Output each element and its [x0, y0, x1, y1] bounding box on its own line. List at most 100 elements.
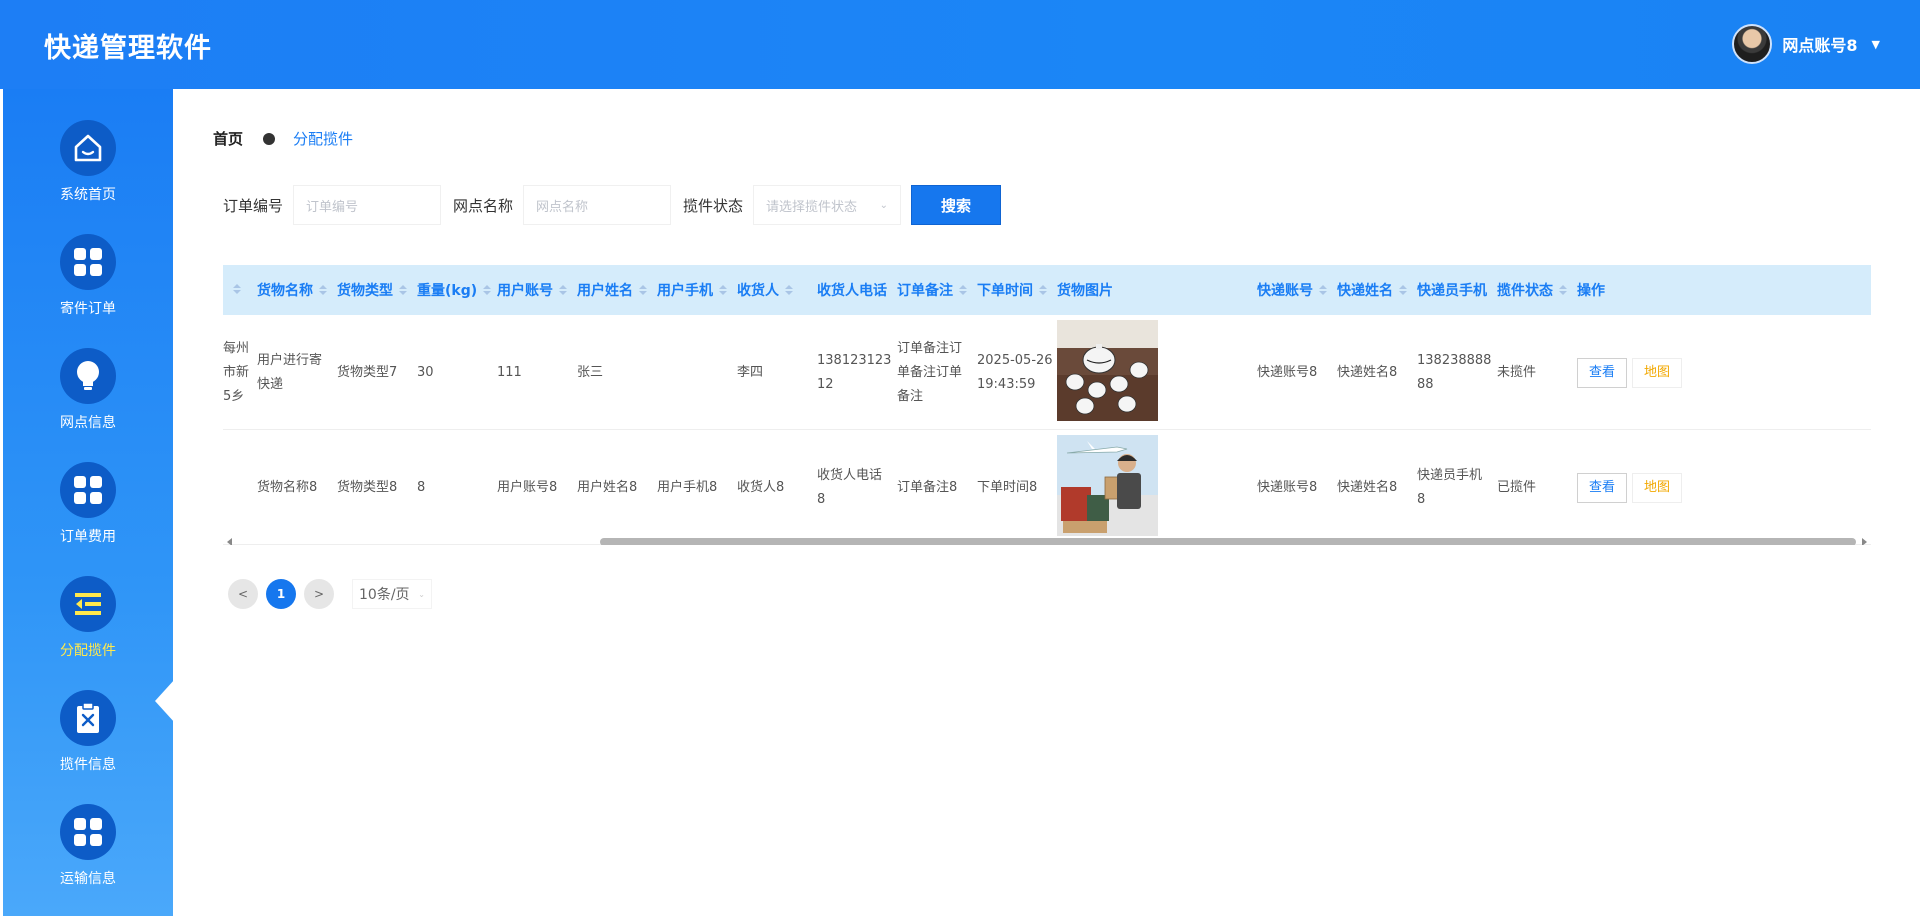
- outlet-name-input[interactable]: 网点名称: [523, 185, 672, 225]
- sort-icon: [483, 285, 492, 295]
- col-actions: 操作: [1577, 283, 1605, 299]
- scroll-left-icon[interactable]: [227, 538, 232, 545]
- col-weight[interactable]: 重量(kg): [417, 265, 492, 315]
- view-button[interactable]: 查看: [1577, 357, 1627, 388]
- cell-receiver-phone: 收货人电话 8: [817, 467, 883, 507]
- pickup-status-placeholder: 请选择揽件状态: [766, 199, 858, 215]
- grid-icon: [60, 804, 116, 860]
- main-content: 首页 分配揽件 订单编号 订单编号 网点名称 网点名称 揽件状态 请选择揽件状态…: [173, 89, 1920, 916]
- chevron-down-icon: ⌄: [879, 199, 889, 211]
- cell-courier-phone: 138238888 88: [1417, 352, 1492, 392]
- view-button[interactable]: 查看: [1577, 472, 1627, 503]
- sidebar-item-pickup-info[interactable]: 揽件信息: [3, 676, 173, 791]
- sidebar-item-home[interactable]: 系统首页: [3, 106, 173, 221]
- sort-icon: [399, 285, 407, 295]
- col-courier-account[interactable]: 快递账号: [1257, 265, 1327, 315]
- col-pickup-status[interactable]: 揽件状态: [1497, 265, 1567, 315]
- map-button[interactable]: 地图: [1632, 357, 1682, 388]
- grid-icon: [60, 462, 116, 518]
- cell-receiver: 收货人8: [737, 479, 785, 495]
- col-order-remark[interactable]: 订单备注: [897, 265, 967, 315]
- col-order-time[interactable]: 下单时间: [977, 265, 1047, 315]
- sort-icon[interactable]: [233, 284, 241, 294]
- col-goods-type[interactable]: 货物类型: [337, 265, 407, 315]
- cell-order-time: 下单时间8: [977, 479, 1038, 495]
- cell-user-name: 用户姓名8: [577, 479, 638, 495]
- clipboard-x-icon: [60, 690, 116, 746]
- col-receiver[interactable]: 收货人: [737, 265, 793, 315]
- col-user-name[interactable]: 用户姓名: [577, 265, 647, 315]
- data-table: 货物名称 货物类型 重量(kg) 用户账号 用户姓名 用户手机 收货人 收货人电…: [223, 265, 1871, 545]
- sidebar-item-label: 揽件信息: [60, 757, 116, 773]
- sort-icon: [319, 285, 327, 295]
- order-no-input[interactable]: 订单编号: [293, 185, 442, 225]
- pagination: < 1 > 10条/页 ⌄: [228, 579, 432, 609]
- pickup-status-label: 揽件状态: [683, 196, 744, 215]
- cell-courier-account: 快递账号8: [1257, 479, 1318, 495]
- cell-actions: 查看 地图: [1577, 315, 1682, 430]
- home-icon: [60, 120, 116, 176]
- scrollbar-thumb[interactable]: [600, 538, 1856, 545]
- sidebar-item-order-fees[interactable]: 订单费用: [3, 448, 173, 563]
- horizontal-scrollbar[interactable]: [223, 537, 1871, 545]
- pickup-status-select[interactable]: 请选择揽件状态 ⌄: [753, 185, 902, 225]
- breadcrumb-home[interactable]: 首页: [213, 128, 243, 149]
- caret-down-icon[interactable]: ▼: [1872, 38, 1880, 51]
- active-indicator: [155, 679, 175, 723]
- col-courier-phone[interactable]: 快递员手机: [1417, 265, 1487, 315]
- col-goods-name[interactable]: 货物名称: [257, 265, 327, 315]
- sort-icon: [559, 285, 567, 295]
- search-button[interactable]: 搜索: [911, 185, 1002, 225]
- sort-icon: [1039, 285, 1047, 295]
- col-courier-name[interactable]: 快递姓名: [1337, 265, 1407, 315]
- col-receiver-phone[interactable]: 收货人电话: [817, 265, 887, 315]
- next-page-button[interactable]: >: [304, 579, 334, 609]
- lightbulb-icon: [60, 348, 116, 404]
- cell-courier-account: 快递账号8: [1257, 364, 1318, 380]
- goods-image-courier-delivery[interactable]: [1057, 435, 1158, 536]
- sidebar-item-label: 分配揽件: [60, 643, 116, 659]
- grid-icon: [60, 234, 116, 290]
- breadcrumb-separator: [263, 132, 276, 145]
- cell-goods-name: 用户进行寄 快递: [257, 352, 323, 392]
- cell-goods-type: 货物类型8: [337, 479, 398, 495]
- sort-icon: [785, 285, 793, 295]
- cell-actions: 查看 地图: [1577, 430, 1682, 545]
- cell-order-remark: 订单备注订 单备注订单 备注: [897, 340, 963, 404]
- sort-icon: [719, 285, 727, 295]
- table-row: 货物名称8 货物类型8 8 用户账号8 用户姓名8 用户手机8 收货人8 收货人…: [223, 430, 1871, 545]
- sidebar-item-label: 寄件订单: [60, 301, 116, 317]
- breadcrumb: 首页 分配揽件: [213, 128, 353, 149]
- page-1-button[interactable]: 1: [266, 579, 296, 609]
- page-size-value: 10条/页: [359, 587, 410, 603]
- sort-icon: [959, 285, 967, 295]
- sidebar-item-label: 订单费用: [60, 529, 116, 545]
- sidebar-item-assign-pickup[interactable]: 分配揽件: [3, 562, 173, 677]
- user-menu[interactable]: 网点账号8 ▼: [1732, 22, 1880, 66]
- search-bar: 订单编号 订单编号 网点名称 网点名称 揽件状态 请选择揽件状态 ⌄ 搜索: [223, 185, 1002, 225]
- page-size-select[interactable]: 10条/页 ⌄: [352, 579, 432, 609]
- col-goods-image: 货物图片: [1057, 283, 1113, 299]
- outlet-name-label: 网点名称: [453, 196, 514, 215]
- goods-image-tea-set[interactable]: [1057, 320, 1158, 421]
- avatar[interactable]: [1732, 24, 1773, 64]
- sidebar-item-send-orders[interactable]: 寄件订单: [3, 220, 173, 335]
- cell-courier-name: 快递姓名8: [1337, 479, 1398, 495]
- cell-user-name: 张三: [577, 364, 604, 380]
- col-user-account[interactable]: 用户账号: [497, 265, 567, 315]
- sidebar-item-outlet-info[interactable]: 网点信息: [3, 334, 173, 449]
- cell-user-account: 111: [497, 364, 522, 380]
- sidebar-item-transport-info[interactable]: 运输信息: [3, 790, 173, 905]
- prev-page-button[interactable]: <: [228, 579, 258, 609]
- cell-courier-phone: 快递员手机 8: [1417, 467, 1483, 507]
- chevron-down-icon: ⌄: [418, 589, 425, 599]
- table-header: 货物名称 货物类型 重量(kg) 用户账号 用户姓名 用户手机 收货人 收货人电…: [223, 265, 1871, 315]
- scroll-right-icon[interactable]: [1862, 538, 1867, 545]
- username[interactable]: 网点账号8: [1782, 32, 1857, 56]
- cell-pickup-status: 未揽件: [1497, 364, 1537, 380]
- cell-receiver-phone: 138123123 12: [817, 352, 892, 392]
- col-user-phone[interactable]: 用户手机: [657, 265, 727, 315]
- cell-user-account: 用户账号8: [497, 479, 558, 495]
- map-button[interactable]: 地图: [1632, 472, 1682, 503]
- top-header: 快递管理软件 网点账号8 ▼: [0, 0, 1920, 89]
